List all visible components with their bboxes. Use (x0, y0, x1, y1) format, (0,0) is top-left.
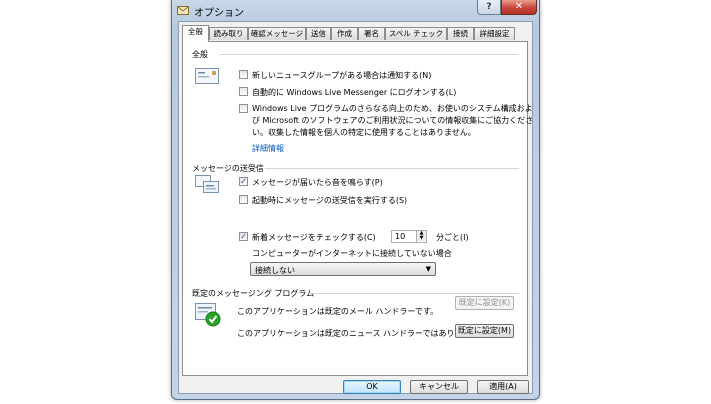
stepper-buttons: ▲ ▼ (416, 231, 426, 242)
tab-send[interactable]: 送信 (306, 27, 331, 40)
default-program-icon (195, 303, 221, 327)
default-news-text: このアプリケーションは既定のニュース ハンドラーではありません。 (237, 329, 487, 338)
interval-value: 10 (395, 232, 406, 241)
notify-newsgroups-label: 新しいニュースグループがある場合は通知する(N) (252, 71, 432, 80)
improvement-line-3: い。収集した情報を個人の特定に使用することはありません。 (252, 128, 476, 137)
ok-button[interactable]: OK (343, 380, 401, 394)
send-receive-section-title: メッセージの送受信 (192, 164, 264, 173)
interval-unit-label: 分ごと(I) (436, 233, 469, 242)
tab-receipts[interactable]: 確認メッセージ (248, 27, 306, 40)
check-new-messages-label: 新着メッセージをチェックする(C) (252, 233, 376, 242)
tab-read[interactable]: 読み取り (209, 27, 248, 40)
notify-newsgroups-checkbox[interactable] (239, 70, 248, 79)
stepper-down-icon[interactable]: ▼ (417, 236, 426, 241)
help-button[interactable]: ? (477, 0, 501, 15)
cancel-button[interactable]: キャンセル (410, 380, 468, 394)
details-link[interactable]: 詳細情報 (252, 143, 284, 154)
mail-app-icon (177, 6, 189, 15)
dialog-client: 全般 読み取り 確認メッセージ 送信 作成 署名 スペル チェック 接続 詳細設… (178, 21, 533, 394)
send-receive-startup-label: 起動時にメッセージの送受信を実行する(S) (252, 196, 408, 205)
improvement-line-1: Windows Live プログラムのさらなる向上のため、お使いのシステム構成お… (252, 104, 533, 113)
tab-advanced[interactable]: 詳細設定 (474, 27, 515, 40)
section-divider (309, 293, 519, 294)
send-receive-icon (195, 175, 219, 193)
options-dialog: オプション ? ✕ 全般 読み取り 確認メッセージ 送信 作成 署名 スペル チ… (171, 0, 540, 400)
section-divider (219, 54, 519, 55)
tab-spelling[interactable]: スペル チェック (385, 27, 447, 40)
auto-logon-messenger-checkbox[interactable] (239, 87, 248, 96)
tab-connection[interactable]: 接続 (447, 27, 474, 40)
play-sound-checkbox[interactable]: ✓ (239, 177, 248, 186)
set-default-news-button[interactable]: 既定に設定(M) (455, 324, 514, 338)
chevron-down-icon: ▼ (425, 265, 431, 273)
close-button[interactable]: ✕ (501, 0, 537, 15)
title-bar: オプション ? ✕ (172, 0, 539, 20)
general-section-title: 全般 (192, 50, 208, 59)
tab-compose[interactable]: 作成 (331, 27, 358, 40)
improvement-program-checkbox[interactable] (239, 104, 248, 113)
general-panel: 全般 新しいニュースグループがある場合は通知する(N) 自動的に Windows… (182, 41, 533, 376)
window-title: オプション (194, 8, 244, 19)
improvement-line-2: び Microsoft のソフトウェアのご利用状況についての情報収集にご協力くだ… (252, 116, 534, 125)
apply-button[interactable]: 適用(A) (477, 380, 529, 394)
auto-logon-messenger-label: 自動的に Windows Live Messenger にログオンする(L) (252, 88, 457, 97)
offline-label: コンピューターがインターネットに接続していない場合 (252, 249, 452, 258)
default-mail-text: このアプリケーションは既定のメール ハンドラーです。 (237, 307, 439, 316)
send-receive-startup-checkbox[interactable] (239, 195, 248, 204)
offline-action-value: 接続しない (255, 266, 295, 275)
set-default-mail-button[interactable]: 既定に設定(K) (455, 296, 514, 310)
envelope-icon (195, 68, 219, 84)
check-new-messages-checkbox[interactable]: ✓ (239, 232, 248, 241)
section-divider (265, 168, 519, 169)
default-programs-section-title: 既定のメッセージング プログラム (192, 289, 315, 298)
play-sound-label: メッセージが届いたら音を鳴らす(P) (252, 178, 383, 187)
tab-general[interactable]: 全般 (182, 25, 209, 42)
interval-stepper[interactable]: 10 ▲ ▼ (391, 230, 427, 243)
tab-signatures[interactable]: 署名 (358, 27, 385, 40)
offline-action-select[interactable]: 接続しない ▼ (250, 262, 436, 276)
